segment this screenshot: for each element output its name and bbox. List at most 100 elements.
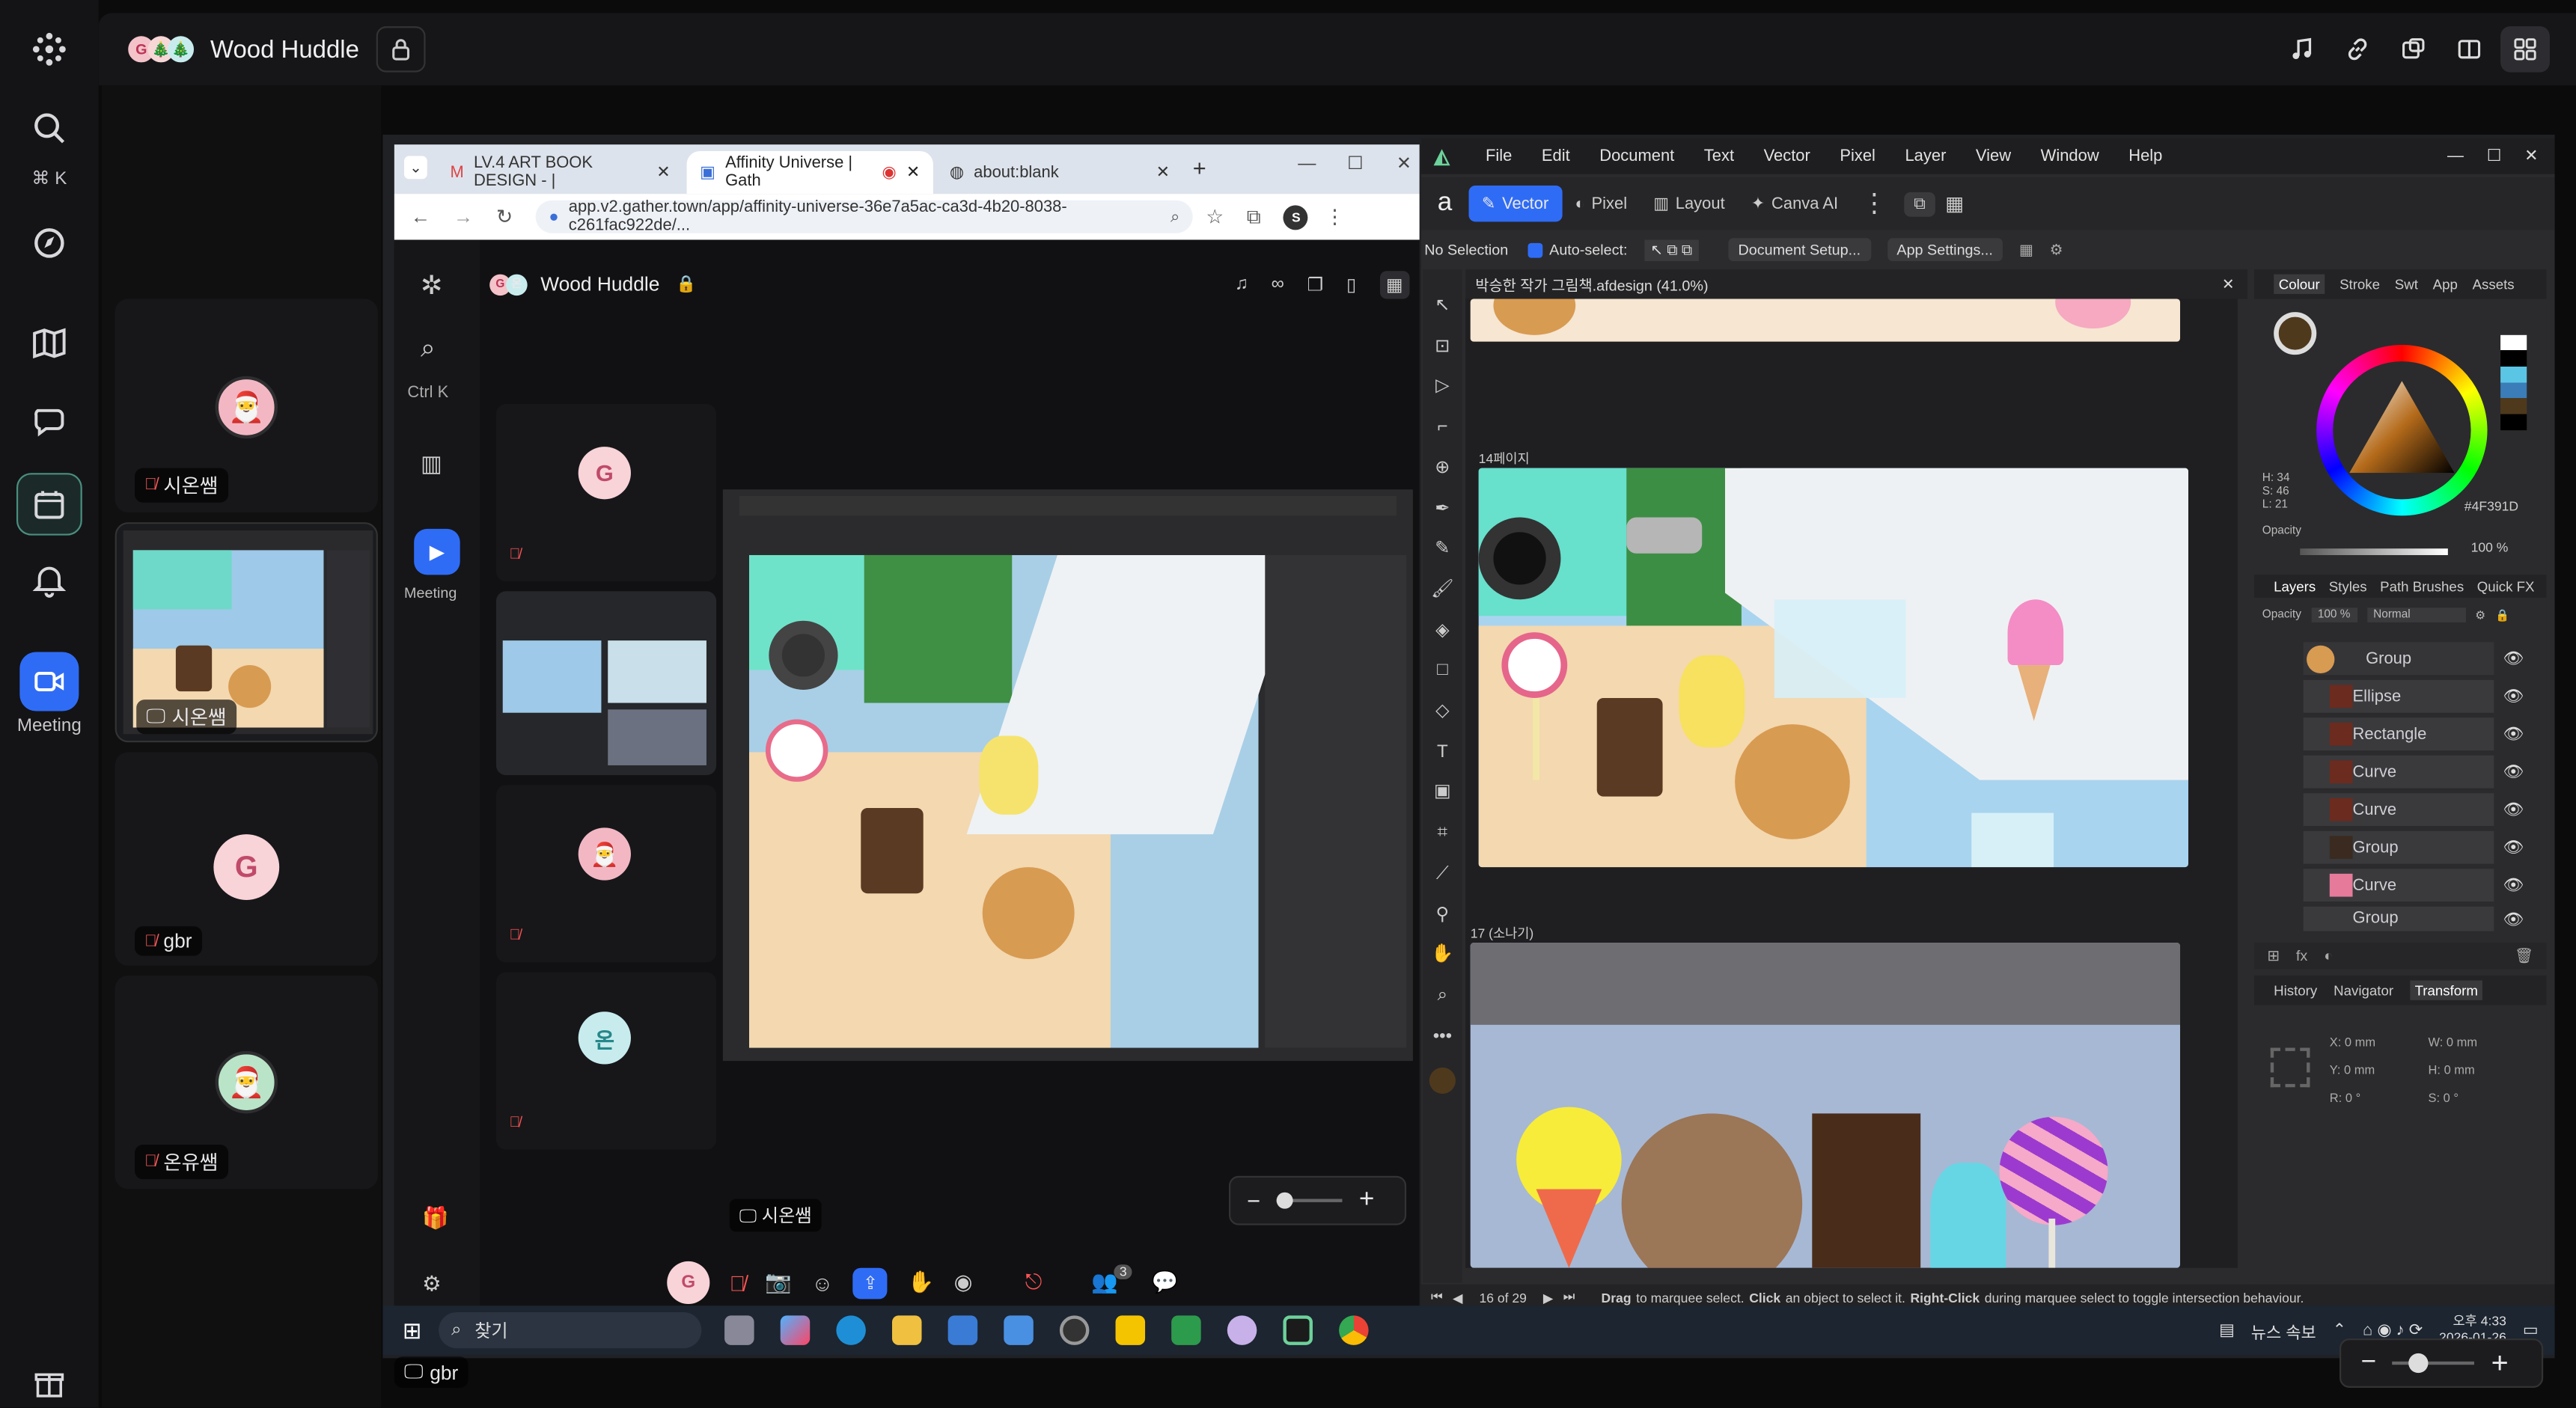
tab-app[interactable]: App	[2433, 276, 2458, 293]
layer-row[interactable]: Group	[2303, 906, 2494, 933]
zoom-out-icon[interactable]: −	[2361, 1348, 2377, 1378]
corner-tool-icon[interactable]: ⌐	[1431, 408, 1454, 448]
trash-icon[interactable]: 🗑	[2515, 947, 2533, 965]
music-icon[interactable]	[2277, 26, 2327, 72]
document-setup-button[interactable]: Document Setup...	[1728, 238, 1871, 262]
bookmark-star-icon[interactable]: ☆	[1206, 205, 1224, 228]
persona-pixel[interactable]: ◐ Pixel	[1575, 195, 1627, 212]
participant-tile[interactable]: G 🎙̸ gbr	[115, 752, 378, 966]
affinity-taskbar-icon[interactable]	[1282, 1315, 1313, 1345]
zoom-in-icon[interactable]: +	[1359, 1186, 1375, 1216]
y-value[interactable]: 0 mm	[2344, 1062, 2375, 1077]
canvas-area[interactable]: 14페이지 17 (소나기)	[1465, 299, 2238, 1268]
zoom-tool-icon[interactable]: ⌕	[1431, 976, 1454, 1016]
emoji-icon[interactable]: ☺	[811, 1270, 833, 1295]
tab-styles[interactable]: Styles	[2329, 578, 2367, 595]
tab-assets[interactable]: Assets	[2473, 276, 2515, 293]
persona-canva-ai[interactable]: ✦ Canva AI	[1751, 195, 1838, 212]
hex-value[interactable]: #4F391D	[2464, 499, 2518, 514]
app-icon[interactable]	[1114, 1315, 1145, 1345]
layer-lock-icon[interactable]: 🔒	[2495, 608, 2509, 622]
inner-popout-icon[interactable]: ❐	[1307, 274, 1324, 295]
menu-layer[interactable]: Layer	[1905, 147, 1946, 165]
recent-swatches[interactable]	[2500, 334, 2527, 431]
gift-icon[interactable]	[23, 1356, 76, 1408]
close-icon[interactable]: ✕	[906, 163, 920, 181]
zoom-out-icon[interactable]: −	[1247, 1187, 1260, 1213]
screen-share-thumbnail[interactable]: 🖵 시온쌤	[115, 522, 378, 743]
eye-icon[interactable]: 👁	[2497, 642, 2530, 676]
url-field[interactable]: ● app.v2.gather.town/app/affinity-univer…	[535, 199, 1193, 235]
eye-icon[interactable]: 👁	[2497, 756, 2530, 790]
last-page-icon[interactable]: ⏭	[1563, 1289, 1575, 1306]
layer-row[interactable]: Curve	[2303, 755, 2494, 790]
inner-map-icon[interactable]: ▥	[421, 450, 442, 477]
layer-row[interactable]: Curve	[2303, 869, 2494, 904]
news-label[interactable]: 뉴스 속보	[2251, 1318, 2316, 1342]
opacity-value[interactable]: 100 %	[2471, 540, 2509, 555]
tray-chevron-icon[interactable]: ⌃	[2333, 1321, 2346, 1339]
news-icon[interactable]: ▤	[2219, 1321, 2235, 1339]
auto-select-checkbox[interactable]	[1527, 242, 1543, 257]
notification-icon[interactable]: ▭	[2523, 1321, 2539, 1339]
tab-quick-fx[interactable]: Quick FX	[2477, 578, 2535, 595]
inner-grid-icon[interactable]: ▦	[1379, 270, 1410, 299]
persona-vector[interactable]: ✎ Vector	[1468, 186, 1562, 222]
h-value[interactable]: 0 mm	[2444, 1062, 2475, 1077]
chat-icon[interactable]	[23, 396, 76, 448]
meeting-button[interactable]	[19, 652, 79, 711]
tool-icons[interactable]: ↖ ⊡ ▷ ⌐ ⊕ ✒ ✎ 🖌 ◈ □ ◇ T ▣ ⌗ ⟋ ⚲ ✋ ⌕ •••	[1431, 286, 1454, 1056]
next-page-icon[interactable]: ▶	[1543, 1290, 1554, 1305]
zoom-slider[interactable]	[2392, 1353, 2475, 1374]
maximize-icon[interactable]: ☐	[1347, 153, 1364, 174]
inner-book-icon[interactable]: ▯	[1346, 274, 1356, 295]
inner-participant-tile[interactable]: 온 🎙̸	[495, 972, 717, 1150]
measure-tool-icon[interactable]: ⟋	[1431, 854, 1454, 894]
menu-pixel[interactable]: Pixel	[1840, 147, 1875, 165]
site-info-icon[interactable]: ●	[549, 208, 558, 226]
popout-icon[interactable]	[2389, 26, 2438, 72]
pen-tool-icon[interactable]: ✒	[1431, 489, 1454, 529]
tab-history[interactable]: History	[2274, 982, 2317, 999]
store-icon[interactable]	[947, 1315, 977, 1345]
layer-row[interactable]: Rectangle	[2303, 717, 2494, 753]
taskbar-search[interactable]: ⌕ 찾기	[438, 1311, 701, 1349]
grid-icon[interactable]: ▦	[1945, 192, 1964, 215]
map-icon[interactable]	[23, 317, 76, 370]
tab-colour[interactable]: Colour	[2274, 274, 2325, 294]
link-icon[interactable]	[2333, 26, 2382, 72]
grid-view-icon[interactable]	[2500, 26, 2550, 73]
chrome-taskbar-icon[interactable]	[1338, 1315, 1369, 1345]
inner-logo-icon[interactable]: ✲	[421, 269, 442, 302]
extensions-icon[interactable]: ⧉	[1247, 204, 1261, 229]
menu-edit[interactable]: Edit	[1542, 147, 1570, 165]
persona-layout[interactable]: ▥ Layout	[1653, 195, 1724, 212]
camera-off-icon[interactable]: 📷	[765, 1270, 792, 1296]
zoom-icon[interactable]: ⌕	[1171, 208, 1179, 226]
eye-icon[interactable]: 👁	[2497, 680, 2530, 714]
select-mode-icon[interactable]: ↖ ⧉ ⧉	[1643, 239, 1699, 260]
menu-file[interactable]: File	[1486, 147, 1512, 165]
task-view-icon[interactable]	[724, 1315, 754, 1345]
participant-tile[interactable]: 🎅 🎙̸ 시온쌤	[115, 299, 378, 512]
tab-stroke[interactable]: Stroke	[2340, 276, 2380, 293]
mic-off-icon[interactable]: 🎙̸	[730, 1270, 745, 1295]
image-tool-icon[interactable]: ▣	[1431, 773, 1454, 813]
inner-zoom-control[interactable]: − +	[1229, 1175, 1407, 1225]
align-icon[interactable]: ▦	[2019, 241, 2033, 259]
inner-participant-tile[interactable]: 🎅 🎙̸	[495, 785, 717, 963]
colour-wheel[interactable]	[2316, 344, 2488, 516]
inner-share-thumbnail[interactable]	[495, 591, 717, 776]
more-icon[interactable]: ⋮	[1325, 205, 1344, 228]
calendar-icon[interactable]	[16, 473, 82, 536]
app-icon[interactable]	[1171, 1315, 1201, 1345]
shape-tool-icon[interactable]: ◇	[1431, 691, 1454, 732]
colour-swatch[interactable]	[2274, 312, 2317, 355]
inner-music-icon[interactable]: ♫	[1235, 275, 1248, 294]
text-tool-icon[interactable]: T	[1431, 732, 1454, 772]
app-icon[interactable]	[1059, 1315, 1089, 1345]
profile-avatar[interactable]: S	[1284, 204, 1309, 230]
edge-icon[interactable]	[835, 1315, 866, 1345]
layer-row[interactable]: Curve	[2303, 793, 2494, 828]
minimize-icon[interactable]: —	[1298, 154, 1316, 174]
